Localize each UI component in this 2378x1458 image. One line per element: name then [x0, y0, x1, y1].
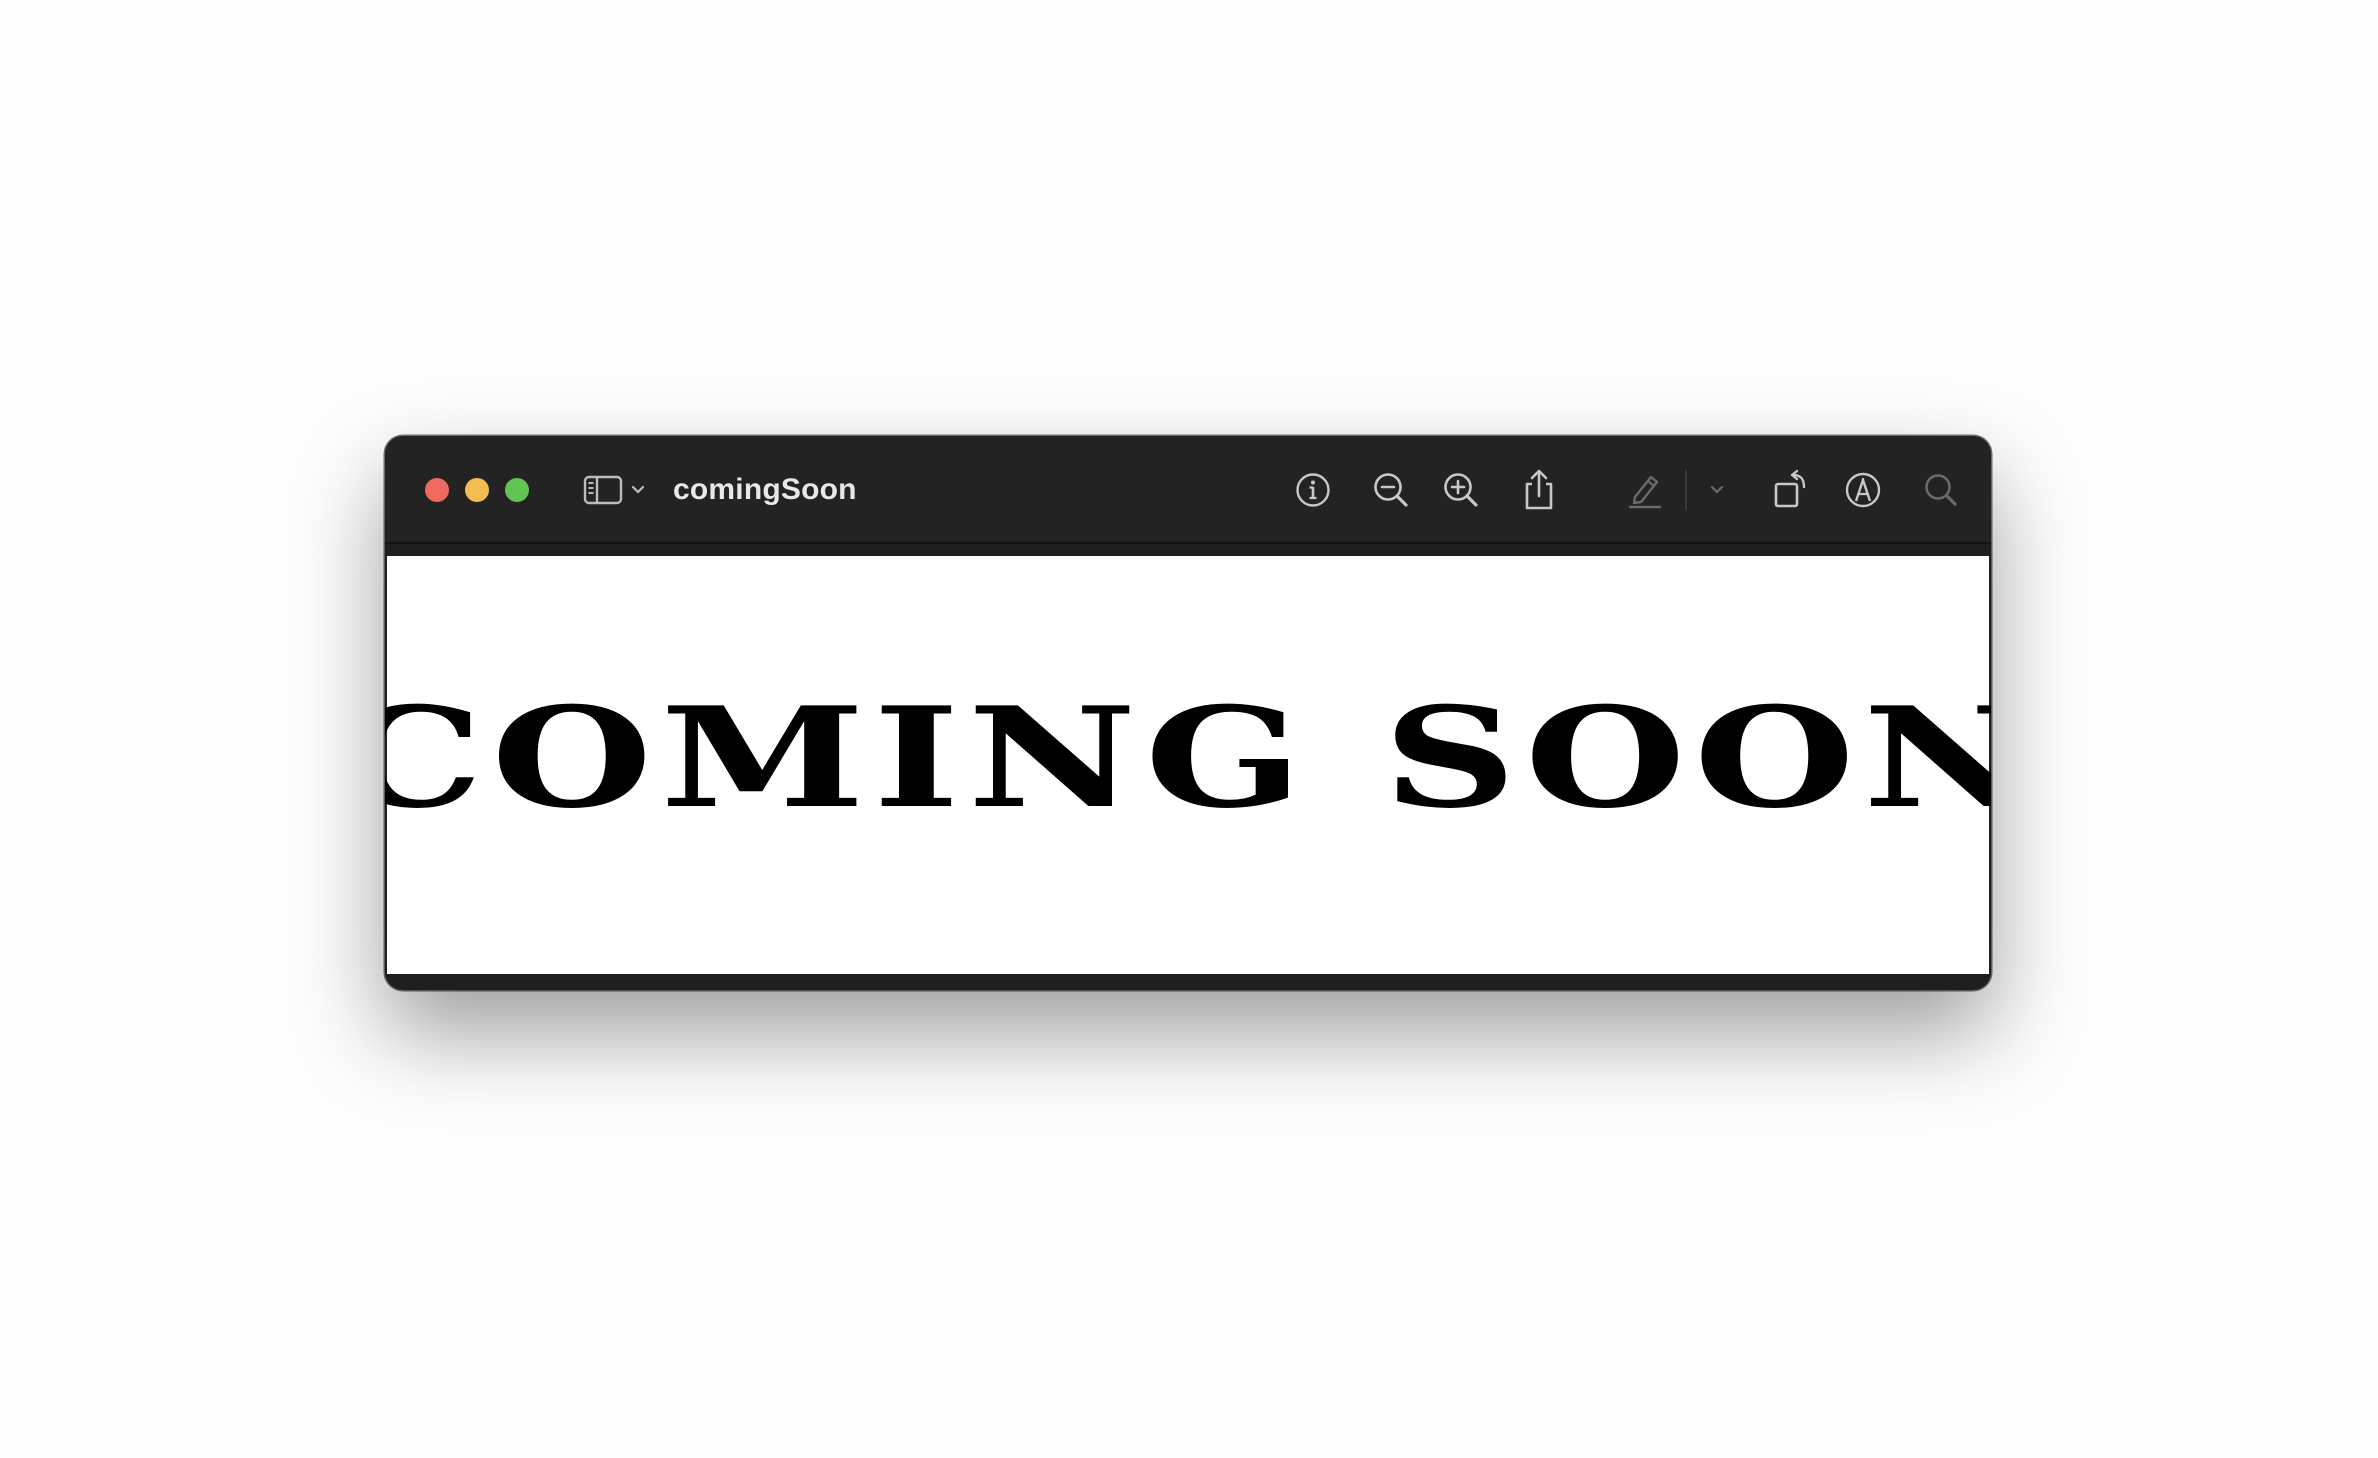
rotate-button[interactable] [1769, 466, 1813, 514]
markup-icon [1843, 470, 1883, 510]
zoom-in-icon [1441, 470, 1481, 510]
highlight-menu-button[interactable] [1707, 466, 1727, 514]
sidebar-menu-button[interactable] [629, 466, 647, 514]
close-button[interactable] [425, 478, 449, 502]
zoom-button[interactable] [505, 478, 529, 502]
coming-soon-headline: COMING SOON [385, 675, 1991, 839]
zoom-in-button[interactable] [1439, 466, 1483, 514]
minimize-button[interactable] [465, 478, 489, 502]
toolbar-separator [1685, 470, 1687, 510]
title-bar[interactable]: comingSoon [385, 436, 1991, 544]
highlight-button[interactable] [1623, 466, 1667, 514]
share-icon [1521, 468, 1557, 512]
sidebar-toggle-icon [583, 474, 623, 506]
zoom-out-button[interactable] [1369, 466, 1413, 514]
document-canvas[interactable]: COMING SOON [385, 556, 1991, 974]
preview-window: comingSoon COMING SOON [385, 436, 1991, 990]
rotate-icon [1771, 469, 1811, 511]
highlight-pen-icon [1625, 470, 1665, 510]
chevron-down-icon [1709, 484, 1725, 496]
search-icon [1922, 471, 1960, 509]
window-title: comingSoon [673, 473, 857, 506]
markup-button[interactable] [1841, 466, 1885, 514]
zoom-out-icon [1371, 470, 1411, 510]
info-button[interactable] [1291, 466, 1335, 514]
info-icon [1294, 471, 1332, 509]
share-button[interactable] [1517, 466, 1561, 514]
chevron-down-icon [630, 484, 646, 496]
sidebar-toggle-button[interactable] [581, 466, 625, 514]
search-button[interactable] [1919, 466, 1963, 514]
